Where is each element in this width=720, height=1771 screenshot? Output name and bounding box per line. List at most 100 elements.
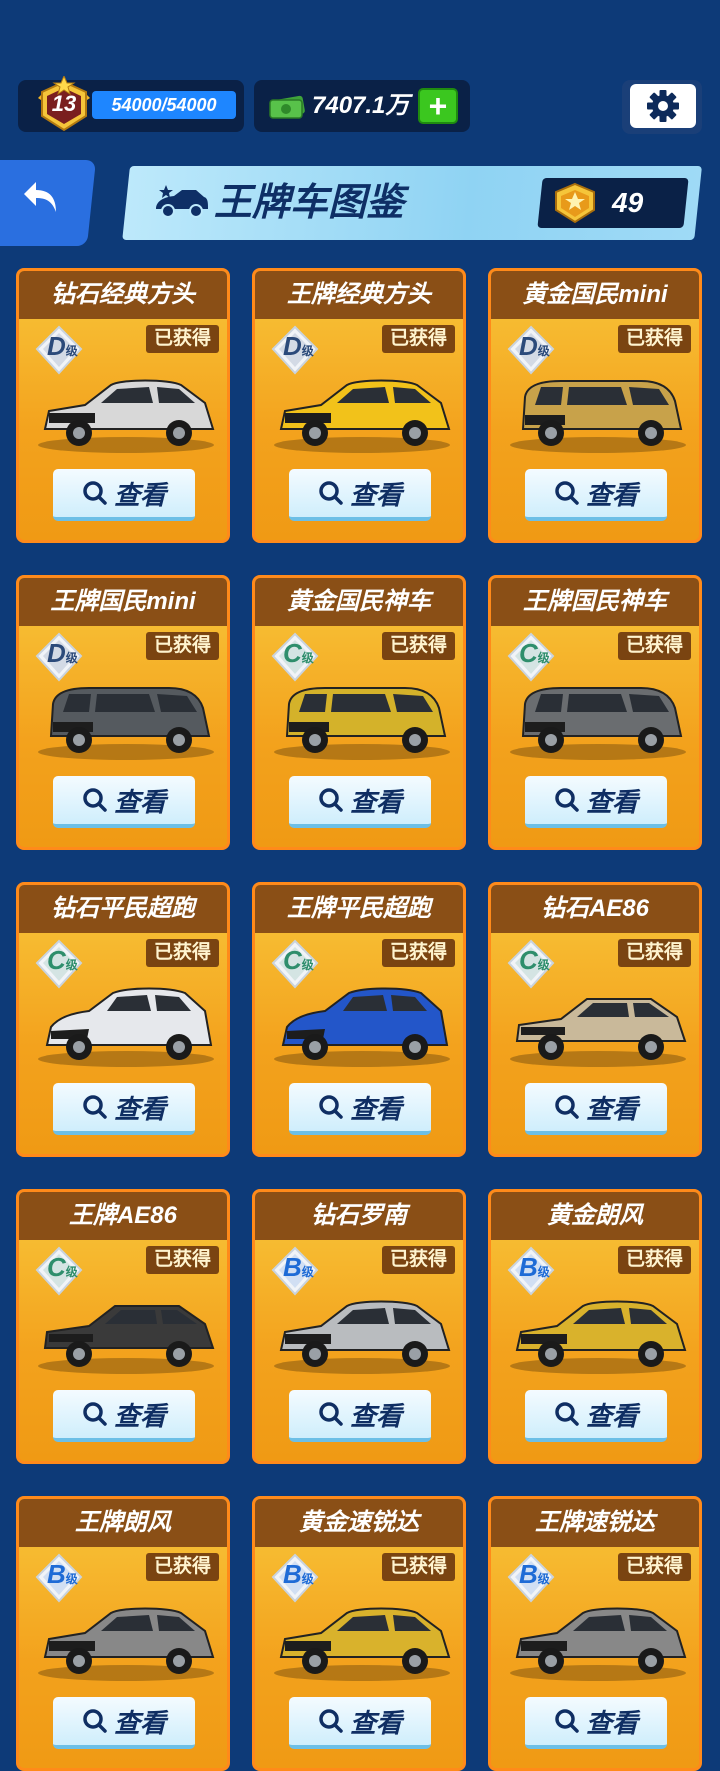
car-card[interactable]: 钻石罗南 B级 已获得 查看 — [252, 1189, 466, 1464]
medal-count: 49 — [612, 187, 644, 218]
grade-suffix: 级 — [301, 958, 314, 972]
car-card[interactable]: 黄金国民神车 C级 已获得 查看 — [252, 575, 466, 850]
view-button[interactable]: 查看 — [53, 776, 195, 828]
car-image — [38, 1607, 215, 1681]
view-button[interactable]: 查看 — [525, 469, 667, 521]
car-image — [510, 380, 686, 453]
car-card[interactable]: 王牌经典方头 D级 已获得 查看 — [252, 268, 466, 543]
status-badge: 已获得 — [145, 1246, 219, 1274]
search-icon — [319, 1402, 343, 1426]
search-icon — [555, 481, 579, 505]
car-name: 王牌速锐达 — [491, 1499, 699, 1547]
car-collection-icon — [156, 185, 208, 218]
car-card[interactable]: 王牌国民神车 C级 已获得 查看 — [488, 575, 702, 850]
status-badge: 已获得 — [381, 939, 455, 967]
page-title: 王牌车图鉴 — [214, 182, 405, 224]
view-button[interactable]: 查看 — [525, 1390, 667, 1442]
status-badge: 已获得 — [617, 632, 691, 660]
settings-button-face[interactable] — [630, 84, 696, 128]
car-name: 黄金国民mini — [491, 271, 699, 319]
search-icon — [555, 1095, 579, 1119]
car-card[interactable]: 钻石平民超跑 C级 已获得 查看 — [16, 882, 230, 1157]
view-button[interactable]: 查看 — [53, 1390, 195, 1442]
view-button-label: 查看 — [585, 1707, 638, 1738]
car-name: 黄金国民神车 — [255, 578, 463, 626]
view-button[interactable]: 查看 — [53, 1697, 195, 1749]
car-card[interactable]: 钻石经典方头 D级 已获得 查看 — [16, 268, 230, 543]
status-badge: 已获得 — [381, 632, 455, 660]
add-money-button[interactable]: + — [418, 88, 458, 124]
car-card[interactable]: 黄金国民mini D级 已获得 查看 — [488, 268, 702, 543]
car-name: 王牌经典方头 — [255, 271, 463, 319]
status-badge: 已获得 — [617, 325, 691, 353]
car-card[interactable]: 王牌平民超跑 C级 已获得 查看 — [252, 882, 466, 1157]
search-icon — [555, 1709, 579, 1733]
grade-suffix: 级 — [65, 344, 78, 358]
car-card[interactable]: 王牌朗风 B级 已获得 查看 — [16, 1496, 230, 1771]
car-card[interactable]: 黄金速锐达 B级 已获得 查看 — [252, 1496, 466, 1771]
search-icon — [83, 1709, 107, 1733]
car-name: 钻石平民超跑 — [19, 885, 227, 933]
car-image — [274, 1300, 451, 1374]
search-icon — [319, 788, 343, 812]
car-name: 钻石罗南 — [255, 1192, 463, 1240]
view-button-label: 查看 — [349, 786, 402, 817]
car-name: 王牌AE86 — [19, 1192, 227, 1240]
search-icon — [319, 1095, 343, 1119]
car-image — [274, 687, 450, 760]
car-card[interactable]: 王牌国民mini D级 已获得 查看 — [16, 575, 230, 850]
grade-suffix: 级 — [537, 344, 550, 358]
car-image — [38, 379, 215, 453]
grade-suffix: 级 — [537, 958, 550, 972]
status-badge: 已获得 — [617, 1246, 691, 1274]
car-card[interactable]: 黄金朗风 B级 已获得 查看 — [488, 1189, 702, 1464]
car-image — [510, 1300, 687, 1374]
car-image — [510, 1607, 687, 1681]
car-name: 王牌朗风 — [19, 1499, 227, 1547]
car-image — [274, 987, 450, 1067]
view-button[interactable]: 查看 — [53, 469, 195, 521]
search-icon — [319, 1709, 343, 1733]
status-badge: 已获得 — [381, 1553, 455, 1581]
view-button-label: 查看 — [585, 1093, 638, 1124]
car-image — [274, 379, 451, 453]
car-image — [38, 1305, 215, 1374]
grade-suffix: 级 — [301, 344, 314, 358]
car-card[interactable]: 王牌速锐达 B级 已获得 查看 — [488, 1496, 702, 1771]
status-badge: 已获得 — [617, 1553, 691, 1581]
car-image — [510, 687, 686, 760]
search-icon — [555, 788, 579, 812]
status-badge: 已获得 — [617, 939, 691, 967]
back-arrow-icon — [24, 182, 56, 212]
view-button-label: 查看 — [113, 1707, 166, 1738]
view-button-label: 查看 — [113, 1400, 166, 1431]
view-button[interactable]: 查看 — [289, 776, 431, 828]
car-name: 黄金速锐达 — [255, 1499, 463, 1547]
level-number: 13 — [51, 91, 77, 116]
money-value: 7407.1万 — [312, 92, 410, 119]
car-name: 钻石经典方头 — [19, 271, 227, 319]
view-button[interactable]: 查看 — [525, 776, 667, 828]
car-image — [38, 987, 214, 1067]
grade-suffix: 级 — [65, 1265, 78, 1279]
car-image — [38, 687, 214, 760]
view-button-label: 查看 — [113, 786, 166, 817]
medal-icon — [555, 182, 595, 224]
status-badge: 已获得 — [145, 325, 219, 353]
status-badge: 已获得 — [145, 632, 219, 660]
view-button[interactable]: 查看 — [525, 1697, 667, 1749]
view-button-label: 查看 — [585, 786, 638, 817]
view-button[interactable]: 查看 — [289, 469, 431, 521]
view-button[interactable]: 查看 — [289, 1390, 431, 1442]
car-card[interactable]: 钻石AE86 C级 已获得 查看 — [488, 882, 702, 1157]
view-button[interactable]: 查看 — [53, 1083, 195, 1135]
view-button[interactable]: 查看 — [289, 1697, 431, 1749]
grade-suffix: 级 — [537, 1572, 550, 1586]
status-badge: 已获得 — [381, 325, 455, 353]
view-button-label: 查看 — [349, 1400, 402, 1431]
car-card[interactable]: 王牌AE86 C级 已获得 查看 — [16, 1189, 230, 1464]
search-icon — [83, 1402, 107, 1426]
view-button[interactable]: 查看 — [525, 1083, 667, 1135]
view-button[interactable]: 查看 — [289, 1083, 431, 1135]
grade-suffix: 级 — [537, 1265, 550, 1279]
